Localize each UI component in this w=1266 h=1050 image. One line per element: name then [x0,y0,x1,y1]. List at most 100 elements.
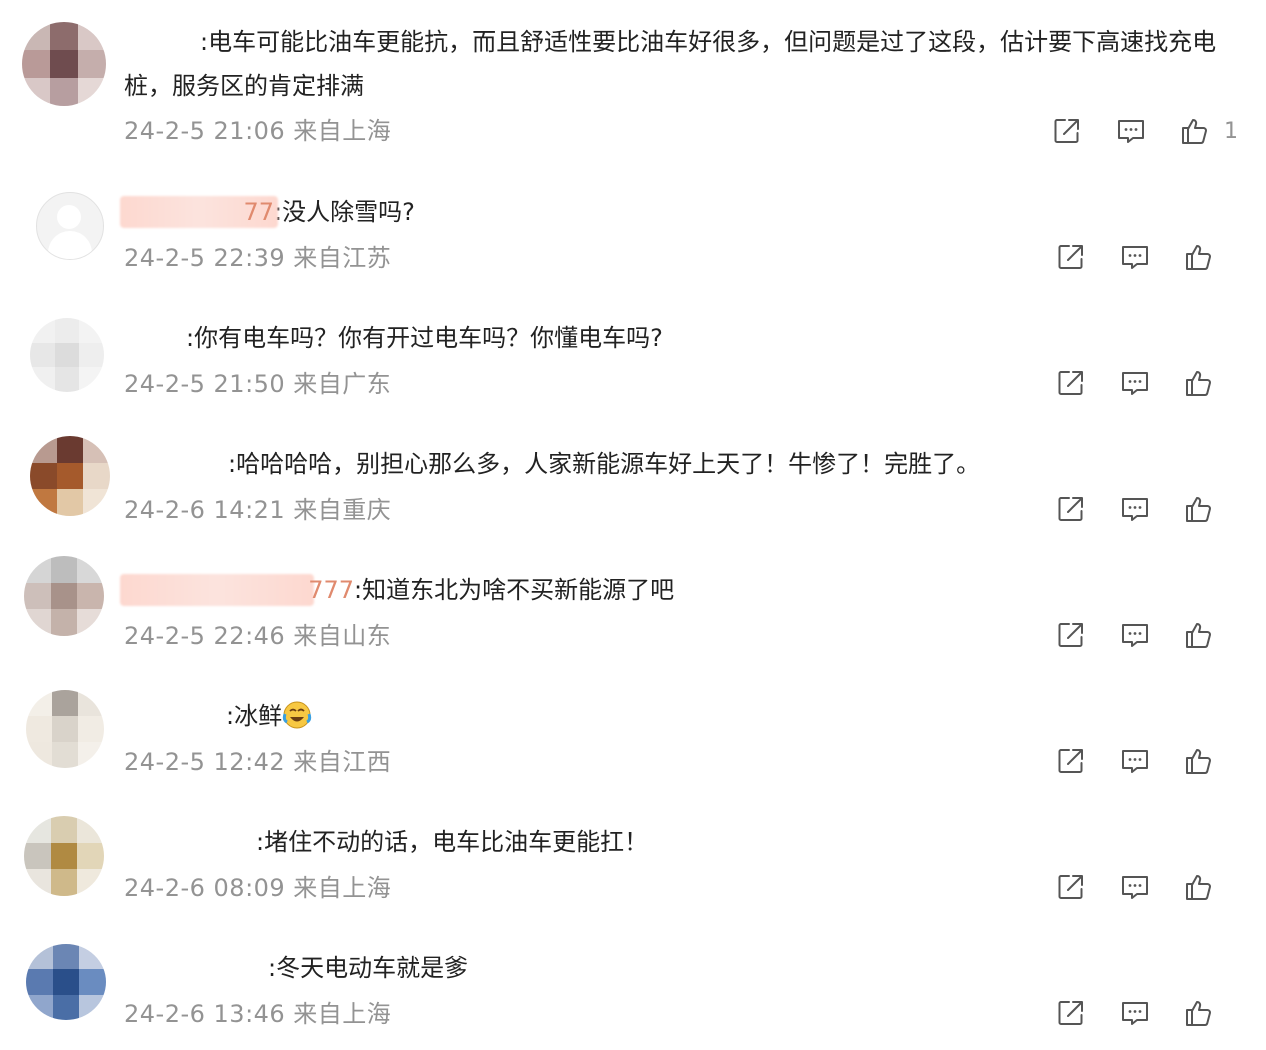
reply-button[interactable] [1118,366,1152,400]
comment-meta: 24-2-6 14:21 来自重庆 [124,494,391,526]
avatar[interactable] [24,816,104,896]
comment-location: 来自重庆 [293,496,392,524]
share-icon [1058,623,1083,647]
thumbs-up-icon [1186,371,1211,396]
comment-icon [1122,246,1148,269]
comment-meta: 24-2-5 21:06 来自上海 [124,115,391,147]
reply-button[interactable] [1114,114,1148,148]
avatar[interactable] [30,436,110,516]
comment-location: 来自上海 [293,117,392,145]
share-button[interactable] [1054,366,1088,400]
share-icon [1058,749,1083,773]
share-button[interactable] [1054,240,1088,274]
comment-text: 777:知道东北为啥不买新能源了吧 [120,568,1236,612]
username[interactable]: 777 [120,568,354,612]
comment-text: :哈哈哈哈，别担心那么多，人家新能源车好上天了！牛惨了！完胜了。 [228,450,981,478]
username[interactable]: 77 [120,190,278,234]
reply-button[interactable] [1118,870,1152,904]
thumbs-up-icon [1186,623,1211,648]
share-icon [1058,371,1083,395]
comment-icon [1122,750,1148,773]
comment-actions [1024,491,1238,527]
like-button[interactable] [1182,744,1216,778]
comment-icon [1122,372,1148,395]
comment-date: 24-2-5 12:42 [124,748,286,776]
comment-actions [1024,365,1238,401]
comment-meta: 24-2-5 22:39 来自江苏 [124,242,391,274]
default-avatar-shoulders [48,231,92,259]
share-button[interactable] [1054,870,1088,904]
avatar[interactable] [24,556,104,636]
comment-location: 来自上海 [293,1000,392,1028]
thumbs-up-icon [1186,497,1211,522]
comment-location: 来自上海 [293,874,392,902]
comment-location: 来自广东 [293,370,392,398]
share-icon [1058,497,1083,521]
share-icon [1058,1001,1083,1025]
reply-button[interactable] [1118,240,1152,274]
comment-icon [1122,1002,1148,1025]
comment-meta: 24-2-5 22:46 来自山东 [124,620,391,652]
avatar[interactable] [22,22,106,106]
comment-icon [1122,876,1148,899]
like-button[interactable] [1182,240,1216,274]
comment-date: 24-2-6 13:46 [124,1000,286,1028]
share-button[interactable] [1054,492,1088,526]
comment-icon [1122,624,1148,647]
comment-actions: 1 [1020,113,1238,149]
like-button[interactable] [1178,114,1212,148]
comment-actions [1024,617,1238,653]
thumbs-up-icon [1186,875,1211,900]
comment-date: 24-2-5 21:06 [124,117,286,145]
reply-button[interactable] [1118,744,1152,778]
share-button[interactable] [1054,618,1088,652]
comment-meta: 24-2-6 08:09 来自上海 [124,872,391,904]
comment-actions [1024,995,1238,1031]
comment-meta: 24-2-6 13:46 来自上海 [124,998,391,1030]
comment-date: 24-2-6 14:21 [124,496,286,524]
comment-date: 24-2-6 08:09 [124,874,286,902]
share-button[interactable] [1050,114,1084,148]
reply-button[interactable] [1118,492,1152,526]
thumbs-up-icon [1182,119,1207,144]
comment-text: :堵住不动的话，电车比油车更能扛！ [256,828,649,856]
avatar[interactable] [26,690,104,768]
comment-actions [1024,239,1238,275]
share-icon [1054,119,1079,143]
thumbs-up-icon [1186,1001,1211,1026]
thumbs-up-icon [1186,245,1211,270]
comment-actions [1024,869,1238,905]
comment-date: 24-2-5 22:46 [124,622,286,650]
default-avatar-head [57,205,81,229]
comment-location: 来自江西 [293,748,392,776]
reply-button[interactable] [1118,996,1152,1030]
like-button[interactable] [1182,492,1216,526]
comment-actions [1024,743,1238,779]
avatar[interactable] [36,192,104,260]
comment-text: :冬天电动车就是爹 [268,954,469,982]
comment-meta: 24-2-5 21:50 来自广东 [124,368,391,400]
like-button[interactable] [1182,870,1216,904]
comment-icon [1118,120,1144,143]
like-button[interactable] [1182,618,1216,652]
comment-date: 24-2-5 22:39 [124,244,286,272]
like-button[interactable] [1182,996,1216,1030]
comment-text: :电车可能比油车更能抗，而且舒适性要比油车好很多，但问题是过了这段，估计要下高速… [124,28,1217,100]
thumbs-up-icon [1186,749,1211,774]
like-button[interactable] [1182,366,1216,400]
comment-date: 24-2-5 21:50 [124,370,286,398]
comment-location: 来自江苏 [293,244,392,272]
avatar[interactable] [26,944,106,1020]
comment-text: :冰鲜 [124,694,1236,738]
crying-laughing-emoji-icon [282,700,312,730]
share-button[interactable] [1054,744,1088,778]
comment-text: 77:没人除雪吗? [120,190,1236,234]
like-count: 1 [1224,118,1238,144]
reply-button[interactable] [1118,618,1152,652]
comment-text: :你有电车吗？你有开过电车吗？你懂电车吗? [186,324,663,352]
share-icon [1058,245,1083,269]
comment-icon [1122,498,1148,521]
share-icon [1058,875,1083,899]
share-button[interactable] [1054,996,1088,1030]
avatar[interactable] [30,318,104,392]
